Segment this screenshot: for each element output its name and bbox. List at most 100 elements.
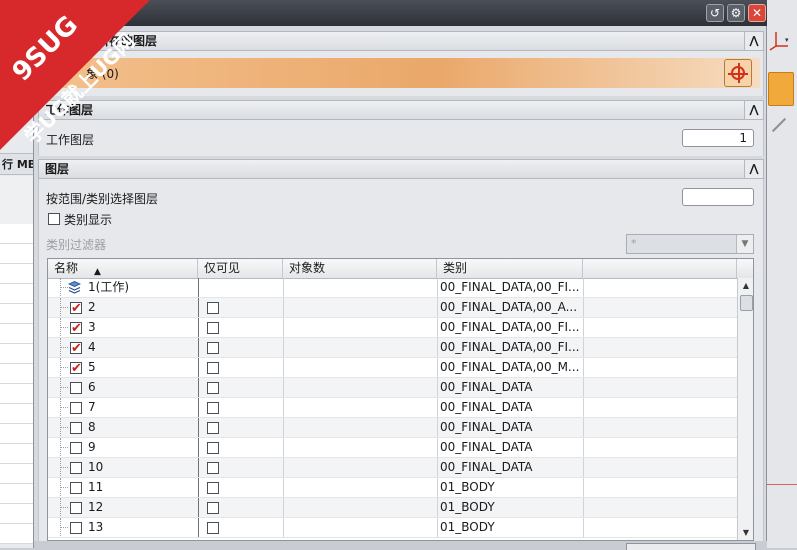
cell-object-count — [283, 458, 438, 477]
cell-category: 00_FINAL_DATA — [437, 438, 583, 457]
table-body: 1(工作) 00_FINAL_DATA,00_FI... 2 00_FINAL_DAT… — [48, 278, 737, 538]
cell-name: 6 — [48, 378, 198, 397]
cell-object-count — [283, 438, 438, 457]
visible-only-checkbox[interactable] — [207, 302, 219, 314]
layer-name: 4 — [88, 340, 96, 354]
layer-visibility-checkbox[interactable] — [70, 462, 82, 474]
section-layers-title: 图层 — [45, 162, 70, 176]
range-category-input[interactable] — [682, 188, 754, 206]
cell-visible-only — [198, 498, 284, 517]
visible-only-checkbox[interactable] — [207, 422, 219, 434]
table-row[interactable]: 3 00_FINAL_DATA,00_FI... — [48, 318, 737, 338]
table-row[interactable]: 8 00_FINAL_DATA — [48, 418, 737, 438]
folder-icon[interactable] — [768, 72, 794, 106]
visible-only-checkbox[interactable] — [207, 482, 219, 494]
layer-visibility-checkbox[interactable] — [70, 442, 82, 454]
table-row[interactable]: 6 00_FINAL_DATA — [48, 378, 737, 398]
cell-empty — [583, 378, 738, 397]
cell-empty — [583, 298, 738, 317]
collapse-icon[interactable]: ⋀ — [744, 159, 764, 179]
cell-name: 3 — [48, 318, 198, 337]
gear-icon[interactable]: ⚙ — [727, 4, 745, 22]
dropdown-arrow-icon[interactable]: ▼ — [736, 235, 753, 253]
scroll-down-icon[interactable]: ▼ — [738, 525, 753, 540]
cell-category: 00_FINAL_DATA,00_FI... — [437, 338, 583, 357]
cell-empty — [583, 318, 738, 337]
table-row[interactable]: 2 00_FINAL_DATA,00_A... — [48, 298, 737, 318]
svg-text:9SUG: 9SUG — [7, 10, 84, 87]
visible-only-checkbox[interactable] — [207, 442, 219, 454]
table-row[interactable]: 10 00_FINAL_DATA — [48, 458, 737, 478]
layer-visibility-checkbox[interactable] — [70, 522, 82, 534]
layer-visibility-checkbox[interactable] — [70, 339, 82, 357]
layer-visibility-checkbox[interactable] — [70, 359, 82, 377]
table-header: 名称 ▲ 仅可见 对象数 类别 — [48, 259, 753, 279]
layer-visibility-checkbox[interactable] — [70, 502, 82, 514]
table-row[interactable]: 1(工作) 00_FINAL_DATA,00_FI... — [48, 278, 737, 298]
layer-visibility-checkbox[interactable] — [70, 382, 82, 394]
cell-visible-only — [198, 478, 284, 497]
table-row[interactable]: 5 00_FINAL_DATA,00_M... — [48, 358, 737, 378]
cell-visible-only — [198, 278, 284, 297]
layer-visibility-checkbox[interactable] — [70, 422, 82, 434]
visible-only-checkbox[interactable] — [207, 522, 219, 534]
cell-visible-only — [198, 518, 284, 537]
scroll-thumb[interactable] — [740, 295, 753, 311]
axis-triad-icon[interactable]: ▾ — [766, 30, 790, 52]
select-object-button[interactable] — [724, 59, 752, 87]
cell-object-count — [283, 418, 438, 437]
reset-icon[interactable]: ↺ — [706, 4, 724, 22]
table-row[interactable]: 13 01_BODY — [48, 518, 737, 538]
cell-empty — [583, 358, 738, 377]
category-filter-dropdown[interactable]: * ▼ — [626, 234, 754, 254]
cell-category: 01_BODY — [437, 498, 583, 517]
tree-line — [60, 427, 68, 428]
tree-line — [60, 347, 68, 348]
table-scrollbar[interactable]: ▲ ▼ — [737, 278, 753, 540]
tree-line — [60, 487, 68, 488]
visible-only-checkbox[interactable] — [207, 362, 219, 374]
visible-only-checkbox[interactable] — [207, 502, 219, 514]
cell-object-count — [283, 398, 438, 417]
cell-visible-only — [198, 318, 284, 337]
category-display-checkbox[interactable] — [48, 213, 60, 225]
collapse-icon[interactable]: ⋀ — [744, 100, 764, 120]
layer-name: 5 — [88, 360, 96, 374]
layer-name: 1(工作) — [88, 280, 129, 294]
line-tool-icon[interactable] — [771, 117, 787, 133]
layer-name: 3 — [88, 320, 96, 334]
column-object-count[interactable]: 对象数 — [283, 259, 437, 278]
cell-name: 10 — [48, 458, 198, 477]
column-visible-only[interactable]: 仅可见 — [198, 259, 283, 278]
layer-visibility-checkbox[interactable] — [70, 299, 82, 317]
cell-empty — [583, 498, 738, 517]
layer-visibility-checkbox[interactable] — [70, 319, 82, 337]
visible-only-checkbox[interactable] — [207, 402, 219, 414]
dialog-action-button[interactable] — [626, 543, 756, 550]
table-row[interactable]: 4 00_FINAL_DATA,00_FI... — [48, 338, 737, 358]
layer-visibility-checkbox[interactable] — [70, 482, 82, 494]
scroll-up-icon[interactable]: ▲ — [738, 278, 753, 293]
table-row[interactable]: 12 01_BODY — [48, 498, 737, 518]
section-layers[interactable]: 图层 ⋀ — [38, 159, 764, 179]
layer-stack-icon — [68, 281, 81, 294]
close-icon[interactable]: ✕ — [748, 4, 766, 22]
layer-name: 8 — [88, 420, 96, 434]
visible-only-checkbox[interactable] — [207, 462, 219, 474]
work-layer-input[interactable]: 1 — [682, 129, 754, 147]
range-category-label: 按范围/类别选择图层 — [46, 192, 159, 206]
visible-only-checkbox[interactable] — [207, 322, 219, 334]
visible-only-checkbox[interactable] — [207, 382, 219, 394]
tree-line — [60, 527, 68, 528]
visible-only-checkbox[interactable] — [207, 342, 219, 354]
column-name[interactable]: 名称 ▲ — [48, 259, 198, 278]
table-row[interactable]: 9 00_FINAL_DATA — [48, 438, 737, 458]
column-category[interactable]: 类别 — [437, 259, 583, 278]
cell-visible-only — [198, 378, 284, 397]
cell-object-count — [283, 318, 438, 337]
table-row[interactable]: 7 00_FINAL_DATA — [48, 398, 737, 418]
table-row[interactable]: 11 01_BODY — [48, 478, 737, 498]
layer-visibility-checkbox[interactable] — [70, 402, 82, 414]
cell-visible-only — [198, 458, 284, 477]
collapse-icon[interactable]: ⋀ — [744, 31, 764, 51]
